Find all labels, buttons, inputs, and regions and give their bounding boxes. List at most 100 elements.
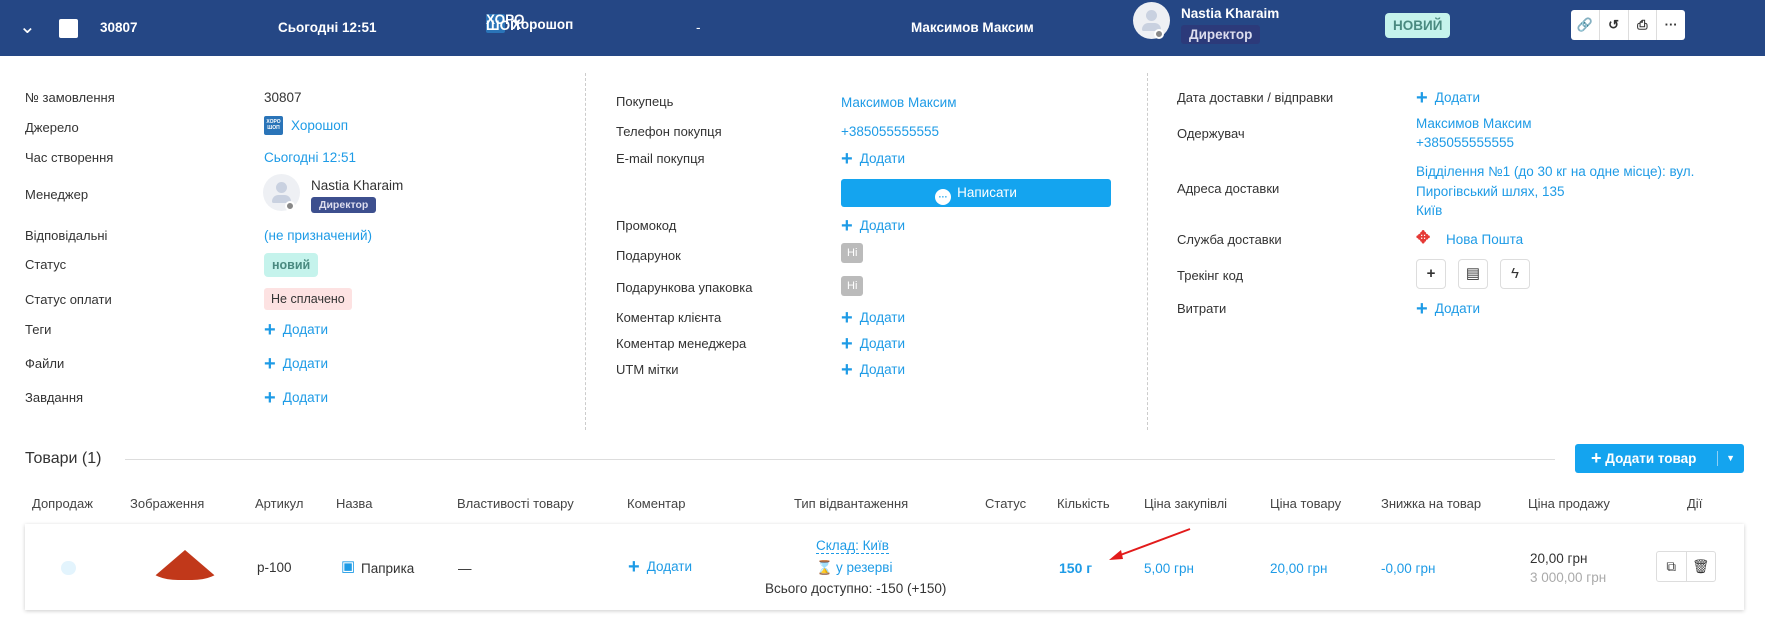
write-message-button[interactable]: ··· Написати: [841, 179, 1111, 207]
quantity[interactable]: 150 г: [1059, 560, 1092, 576]
col-quantity: Кількість: [1057, 496, 1110, 511]
history-icon[interactable]: ↺: [1600, 10, 1629, 40]
col-price: Ціна товару: [1270, 496, 1342, 511]
label-phone: Телефон покупця: [616, 124, 722, 139]
label-source: Джерело: [25, 120, 79, 135]
add-expense-button[interactable]: + Додати: [1416, 299, 1480, 319]
label-gift-wrap: Подарункова упаковка: [616, 280, 753, 295]
address-line-3[interactable]: Київ: [1416, 203, 1442, 218]
manager-role: Директор: [311, 197, 377, 213]
row-actions: ⧉ 🗑: [1656, 551, 1716, 582]
created-link[interactable]: Сьогодні 12:51: [264, 150, 356, 165]
label-created: Час створення: [25, 150, 114, 165]
address-line-2[interactable]: Пирогівський шлях, 135: [1416, 184, 1565, 199]
discount[interactable]: -0,00 грн: [1381, 561, 1435, 576]
product-image[interactable]: [150, 550, 220, 580]
print-icon[interactable]: ⎙: [1629, 10, 1658, 40]
add-product-button[interactable]: + Додати товар ▼: [1575, 444, 1744, 473]
label-manager: Менеджер: [25, 187, 89, 202]
lightning-icon[interactable]: ϟ: [1500, 259, 1530, 289]
header-manager-role: Директор: [1181, 25, 1261, 44]
order-header-bar: ⌄ 30807 Сьогодні 12:51 ХОРО ШОП Хорошоп -…: [0, 0, 1765, 56]
status-badge[interactable]: новий: [264, 253, 319, 277]
select-checkbox[interactable]: [59, 19, 78, 38]
label-payment-status: Статус оплати: [25, 292, 112, 307]
warehouse-link[interactable]: Склад: Київ: [816, 538, 889, 554]
status-badge[interactable]: НОВИЙ: [1385, 13, 1451, 38]
label-manager-comment: Коментар менеджера: [616, 336, 747, 351]
add-client-comment-button[interactable]: + Додати: [841, 308, 905, 328]
address-line-1[interactable]: Відділення №1 (до 30 кг на одне місце): …: [1416, 164, 1694, 179]
label-expenses: Витрати: [1177, 301, 1227, 316]
label-order-number: № замовлення: [25, 90, 115, 105]
sale-price: 20,00 грн: [1530, 551, 1588, 566]
properties: —: [458, 561, 472, 576]
chevron-down-icon[interactable]: ▼: [1726, 444, 1735, 473]
label-promo: Промокод: [616, 218, 677, 233]
header-actions: 🔗 ↺ ⎙ ···: [1571, 10, 1685, 40]
label-tags: Теги: [25, 322, 52, 337]
add-file-button[interactable]: + Додати: [264, 354, 328, 374]
add-comment-button[interactable]: + Додати: [628, 557, 692, 577]
source-link[interactable]: Хорошоп: [291, 118, 348, 133]
responsible-link[interactable]: (не призначений): [264, 228, 372, 243]
add-task-button[interactable]: + Додати: [264, 388, 328, 408]
header-order-id: 30807: [100, 20, 138, 35]
reserve-status[interactable]: у резерві: [836, 560, 892, 575]
gift-toggle[interactable]: Ні: [841, 243, 864, 263]
upsell-toggle[interactable]: [61, 561, 76, 575]
sku: p-100: [257, 560, 292, 575]
add-email-button[interactable]: + Додати: [841, 149, 905, 169]
manager-avatar: [1133, 2, 1170, 39]
source-logo: ХОРО ШОП: [486, 12, 525, 33]
col-purchase-price: Ціна закупівлі: [1144, 496, 1228, 511]
more-icon[interactable]: ···: [1657, 10, 1685, 40]
add-manager-comment-button[interactable]: + Додати: [841, 334, 905, 354]
gift-wrap-toggle[interactable]: Ні: [841, 276, 864, 296]
payment-status-badge[interactable]: Не сплачено: [264, 288, 352, 310]
add-promo-button[interactable]: + Додати: [841, 216, 905, 236]
label-buyer: Покупець: [616, 94, 674, 109]
column-divider: [585, 73, 586, 430]
col-comment: Коментар: [627, 496, 686, 511]
label-delivery-date: Дата доставки / відправки: [1177, 90, 1334, 105]
copy-icon[interactable]: ⧉: [1657, 552, 1687, 581]
label-utm: UTM мітки: [616, 362, 679, 377]
delivery-service-link[interactable]: Нова Пошта: [1446, 232, 1523, 247]
recipient-name[interactable]: Максимов Максим: [1416, 116, 1532, 131]
header-created: Сьогодні 12:51: [278, 20, 377, 35]
add-delivery-date-button[interactable]: + Додати: [1416, 88, 1480, 108]
label-tracking: Трекінг код: [1177, 268, 1244, 283]
add-utm-button[interactable]: + Додати: [841, 360, 905, 380]
col-properties: Властивості товару: [457, 496, 574, 511]
col-discount: Знижка на товар: [1381, 496, 1482, 511]
link-icon[interactable]: 🔗: [1571, 10, 1600, 40]
add-tracking-button[interactable]: +: [1416, 259, 1446, 289]
label-tasks: Завдання: [25, 390, 84, 405]
col-sale-price: Ціна продажу: [1528, 496, 1610, 511]
phone-link[interactable]: +385055555555: [841, 124, 939, 139]
box-icon: ▣: [341, 558, 356, 575]
col-sku: Артикул: [255, 496, 304, 511]
section-divider: [125, 459, 1555, 460]
add-tag-button[interactable]: + Додати: [264, 320, 328, 340]
manager-name[interactable]: Nastia Kharaim: [311, 178, 403, 193]
purchase-price[interactable]: 5,00 грн: [1144, 561, 1194, 576]
table-row: p-100 ▣ Паприка — + Додати Склад: Київ ⌛ …: [25, 524, 1744, 610]
label-client-comment: Коментар клієнта: [616, 310, 722, 325]
document-icon[interactable]: ▤: [1458, 259, 1488, 289]
product-name[interactable]: Паприка: [361, 561, 414, 576]
label-status: Статус: [25, 257, 67, 272]
total-price: 3 000,00 грн: [1530, 570, 1607, 585]
price[interactable]: 20,00 грн: [1270, 561, 1327, 576]
col-upsell: Допродаж: [32, 496, 93, 511]
buyer-link[interactable]: Максимов Максим: [841, 95, 957, 110]
nova-poshta-logo-icon: ✥: [1416, 228, 1431, 247]
col-name: Назва: [336, 496, 373, 511]
trash-icon[interactable]: 🗑: [1687, 552, 1716, 581]
recipient-phone[interactable]: +385055555555: [1416, 135, 1514, 150]
col-image: Зображення: [130, 496, 205, 511]
col-actions: Дії: [1687, 496, 1703, 511]
chevron-down-icon[interactable]: ⌄: [19, 14, 36, 39]
col-status: Статус: [985, 496, 1027, 511]
